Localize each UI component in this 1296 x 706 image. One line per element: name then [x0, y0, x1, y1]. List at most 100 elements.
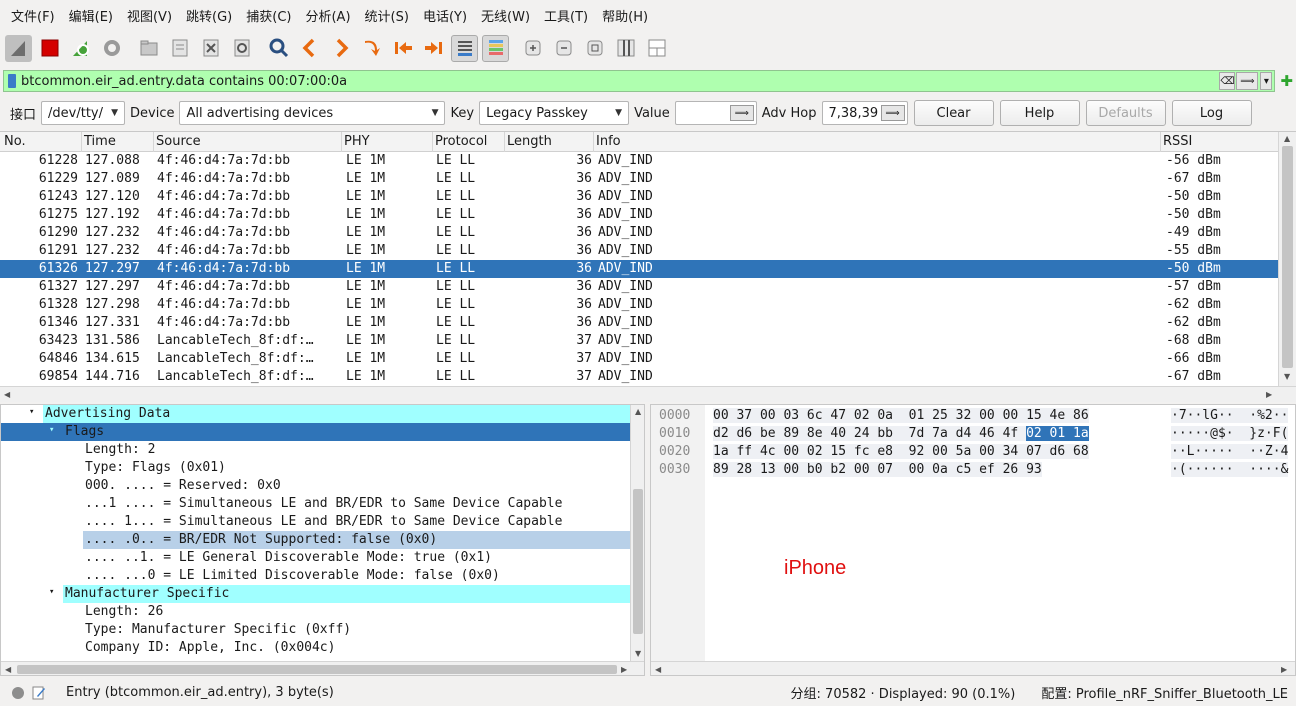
menu-item-4[interactable]: 捕获(C) — [239, 6, 298, 25]
tree-item[interactable]: Type: Manufacturer Specific (0xff) — [1, 621, 631, 639]
packet-row[interactable]: 61243 127.120 4f:46:d4:7a:7d:bb LE 1M LE LL 3… — [0, 188, 1278, 206]
menu-item-2[interactable]: 视图(V) — [120, 6, 179, 25]
scroll-down-icon[interactable]: ▼ — [1284, 372, 1290, 381]
menu-item-8[interactable]: 无线(W) — [474, 6, 537, 25]
tree-item[interactable]: ▾ Flags — [1, 423, 631, 441]
status-profile[interactable]: 配置: Profile_nRF_Sniffer_Bluetooth_LE — [1041, 683, 1288, 702]
value-input[interactable]: ⟹ — [674, 101, 757, 125]
go-forward-icon[interactable] — [327, 35, 354, 62]
bookmark-icon[interactable] — [8, 74, 16, 88]
packet-list-vertical-scrollbar[interactable]: ▲ ▼ — [1278, 132, 1296, 386]
menu-item-5[interactable]: 分析(A) — [298, 6, 357, 25]
column-divider[interactable] — [593, 132, 594, 152]
packet-row[interactable]: 61229 127.089 4f:46:d4:7a:7d:bb LE 1M LE LL 3… — [0, 170, 1278, 188]
column-divider[interactable] — [341, 132, 342, 152]
tree-item[interactable]: .... .0.. = BR/EDR Not Supported: false … — [1, 531, 631, 549]
reload-file-icon[interactable] — [228, 35, 255, 62]
column-header-length[interactable]: Length — [507, 134, 552, 149]
add-filter-button-plus-icon[interactable]: ✚ — [1280, 72, 1293, 90]
bytes-row[interactable]: 0020 1a ff 4c 00 02 15 fc e8 92 00 5a 00 … — [651, 443, 1295, 461]
layout-panes-icon[interactable] — [643, 35, 670, 62]
packet-row[interactable]: 61346 127.331 4f:46:d4:7a:7d:bb LE 1M LE LL 3… — [0, 314, 1278, 332]
find-packet-icon[interactable] — [265, 35, 292, 62]
menu-item-10[interactable]: 帮助(H) — [595, 6, 655, 25]
packet-list-horizontal-scrollbar[interactable]: ◀ ▶ — [0, 386, 1296, 402]
packet-row[interactable]: 61328 127.298 4f:46:d4:7a:7d:bb LE 1M LE LL 3… — [0, 296, 1278, 314]
restart-capture-icon[interactable] — [67, 35, 94, 62]
scroll-up-icon[interactable]: ▲ — [635, 407, 641, 416]
log-button[interactable]: Log — [1171, 100, 1252, 126]
adv-hop-input[interactable]: 7,38,39 ⟹ — [821, 101, 908, 125]
column-header-info[interactable]: Info — [596, 134, 621, 149]
go-first-packet-icon[interactable] — [389, 35, 416, 62]
packet-row[interactable]: 63423 131.586 LancableTech_8f:df:… LE 1M LE … — [0, 332, 1278, 350]
scroll-right-icon[interactable]: ▶ — [1281, 665, 1287, 674]
adv-hop-apply-arrow-icon[interactable]: ⟹ — [880, 105, 905, 121]
tree-item[interactable]: Length: 26 — [1, 603, 631, 621]
resize-columns-icon[interactable] — [612, 35, 639, 62]
menu-item-0[interactable]: 文件(F) — [4, 6, 62, 25]
tree-item[interactable]: .... ..1. = LE General Discoverable Mode… — [1, 549, 631, 567]
packet-row[interactable]: 61327 127.297 4f:46:d4:7a:7d:bb LE 1M LE LL 3… — [0, 278, 1278, 296]
zoom-normal-icon[interactable] — [581, 35, 608, 62]
display-filter-input[interactable]: btcommon.eir_ad.entry.data contains 00:0… — [3, 70, 1276, 92]
bytes-row[interactable]: 0030 89 28 13 00 b0 b2 00 07 00 0a c5 ef … — [651, 461, 1295, 479]
expand-chevron-down-icon[interactable]: ▾ — [29, 407, 34, 417]
scrollbar-thumb[interactable] — [1282, 146, 1293, 368]
column-divider[interactable] — [432, 132, 433, 152]
expand-chevron-down-icon[interactable]: ▾ — [49, 425, 54, 435]
clear-filter-icon[interactable]: ⌫ — [1219, 72, 1236, 90]
packet-row[interactable]: 61291 127.232 4f:46:d4:7a:7d:bb LE 1M LE LL 3… — [0, 242, 1278, 260]
packet-row[interactable]: 69854 144.716 LancableTech_8f:df:… LE 1M LE … — [0, 368, 1278, 386]
save-file-icon[interactable] — [166, 35, 193, 62]
column-header-protocol[interactable]: Protocol — [435, 134, 487, 149]
bytes-row[interactable]: 0000 00 37 00 03 6c 47 02 0a 01 25 32 00 … — [651, 407, 1295, 425]
close-file-icon[interactable] — [197, 35, 224, 62]
bytes-horizontal-scrollbar[interactable]: ◀ ▶ — [651, 661, 1295, 675]
scroll-down-icon[interactable]: ▼ — [635, 649, 641, 658]
packet-row[interactable]: 61228 127.088 4f:46:d4:7a:7d:bb LE 1M LE LL 3… — [0, 152, 1278, 170]
tree-item[interactable]: 000. .... = Reserved: 0x0 — [1, 477, 631, 495]
open-file-icon[interactable] — [135, 35, 162, 62]
packet-row[interactable]: 61326 127.297 4f:46:d4:7a:7d:bb LE 1M LE LL 3… — [0, 260, 1278, 278]
scroll-right-icon[interactable]: ▶ — [1266, 390, 1272, 399]
column-header-no[interactable]: No. — [4, 134, 26, 149]
column-divider[interactable] — [504, 132, 505, 152]
packet-row[interactable]: 64846 134.615 LancableTech_8f:df:… LE 1M LE … — [0, 350, 1278, 368]
packet-row[interactable]: 61275 127.192 4f:46:d4:7a:7d:bb LE 1M LE LL 3… — [0, 206, 1278, 224]
shark-fin-start-icon[interactable] — [5, 34, 32, 62]
colorize-icon[interactable] — [482, 34, 509, 62]
tree-item[interactable]: Company ID: Apple, Inc. (0x004c) — [1, 639, 631, 657]
column-header-time[interactable]: Time — [84, 134, 116, 149]
interface-combo[interactable]: /dev/tty/ ▼ — [41, 101, 126, 125]
go-last-packet-icon[interactable] — [420, 35, 447, 62]
packet-row[interactable]: 61290 127.232 4f:46:d4:7a:7d:bb LE 1M LE LL 3… — [0, 224, 1278, 242]
key-combo[interactable]: Legacy Passkey ▼ — [479, 101, 630, 125]
column-divider[interactable] — [81, 132, 82, 152]
expand-chevron-down-icon[interactable]: ▾ — [49, 587, 54, 597]
tree-item[interactable]: Length: 2 — [1, 441, 631, 459]
tree-item[interactable]: Type: Flags (0x01) — [1, 459, 631, 477]
column-divider[interactable] — [153, 132, 154, 152]
menu-item-1[interactable]: 编辑(E) — [62, 6, 120, 25]
expert-info-icon[interactable] — [12, 686, 24, 699]
scroll-right-icon[interactable]: ▶ — [621, 665, 627, 674]
scrollbar-thumb[interactable] — [17, 665, 617, 674]
help-button[interactable]: Help — [999, 100, 1080, 126]
scroll-left-icon[interactable]: ◀ — [5, 665, 11, 674]
menu-item-7[interactable]: 电话(Y) — [416, 6, 474, 25]
scroll-up-icon[interactable]: ▲ — [1284, 134, 1290, 143]
scroll-left-icon[interactable]: ◀ — [4, 390, 10, 399]
menu-item-3[interactable]: 跳转(G) — [179, 6, 239, 25]
column-divider[interactable] — [1160, 132, 1161, 152]
menu-item-6[interactable]: 统计(S) — [358, 6, 416, 25]
tree-item[interactable]: .... ...0 = LE Limited Discoverable Mode… — [1, 567, 631, 585]
capture-options-gear-icon[interactable] — [98, 35, 125, 62]
filter-history-chevron-down-icon[interactable]: ▾ — [1260, 72, 1273, 90]
scroll-left-icon[interactable]: ◀ — [655, 665, 661, 674]
scrollbar-thumb[interactable] — [633, 489, 643, 634]
go-back-icon[interactable] — [296, 35, 323, 62]
go-to-packet-icon[interactable] — [358, 35, 385, 62]
column-header-rssi[interactable]: RSSI — [1163, 134, 1192, 149]
clear-button[interactable]: Clear — [913, 100, 994, 126]
